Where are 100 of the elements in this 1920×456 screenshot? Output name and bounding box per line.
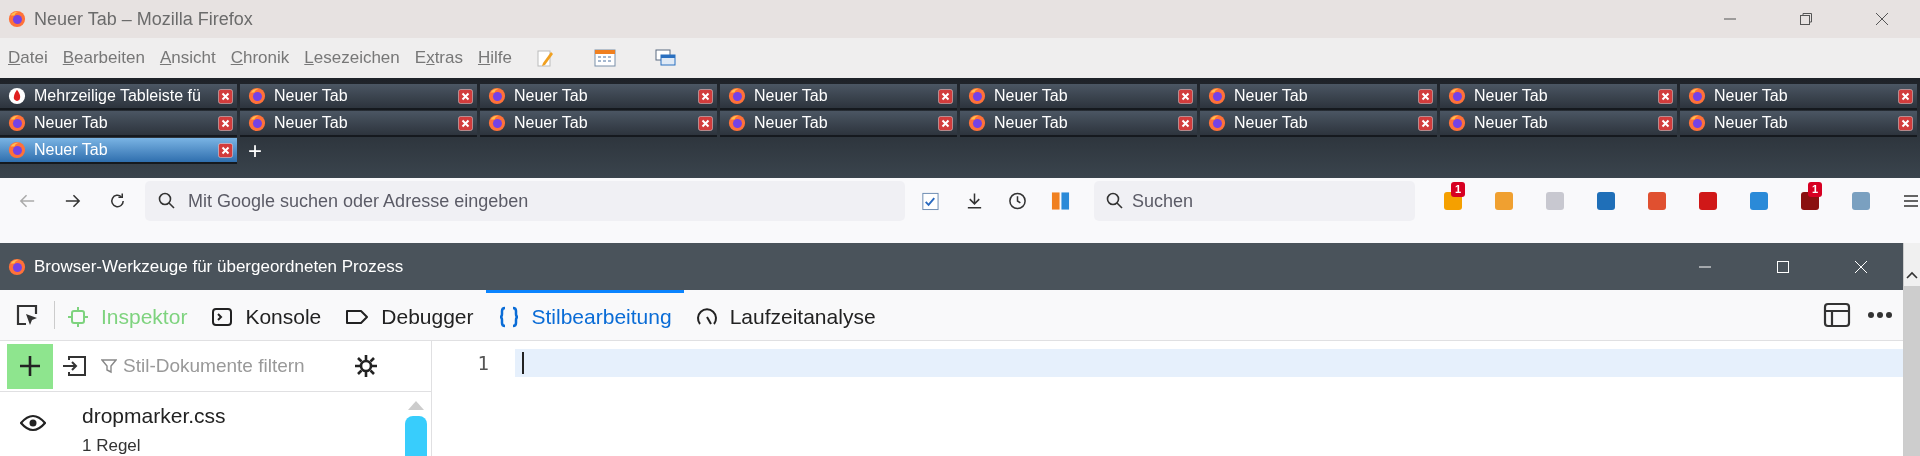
menu-item[interactable]: Extras <box>414 45 463 71</box>
browser-tab[interactable]: Neuer Tab <box>240 84 477 110</box>
settings-icon[interactable] <box>353 353 379 379</box>
firefox-icon <box>968 87 986 105</box>
maximize-icon[interactable] <box>1775 258 1791 275</box>
browser-tab[interactable]: Neuer Tab <box>1440 84 1677 110</box>
firefox-icon <box>728 114 746 132</box>
browser-tab[interactable]: Neuer Tab <box>1440 111 1677 137</box>
firefox-icon <box>1208 87 1226 105</box>
address-field[interactable]: Mit Google suchen oder Adresse eingeben <box>145 181 905 221</box>
tab-title: Neuer Tab <box>994 86 1069 106</box>
braces-icon <box>497 305 520 328</box>
firefox-icon <box>488 114 506 132</box>
browser-tab[interactable]: Neuer Tab <box>1680 111 1917 137</box>
firefox-icon <box>1688 87 1706 105</box>
tab-title: Neuer Tab <box>514 113 589 133</box>
firefox-icon <box>488 87 506 105</box>
menu-icon[interactable] <box>1902 192 1920 210</box>
window-title: Neuer Tab – Mozilla Firefox <box>34 7 253 31</box>
scrollbar-thumb[interactable] <box>1904 286 1920 456</box>
scrollbar-thumb[interactable] <box>405 416 427 456</box>
devtools-tab[interactable]: Debugger <box>333 289 486 341</box>
tab-title: Neuer Tab <box>274 113 349 133</box>
line-number: 1 <box>477 351 489 376</box>
tab-title: Neuer Tab <box>514 86 589 106</box>
windows-icon[interactable] <box>655 48 677 68</box>
search-icon <box>158 192 176 210</box>
eye-icon[interactable] <box>20 414 46 432</box>
tab-title: Neuer Tab <box>34 140 109 160</box>
stylesheet-name[interactable]: dropmarker.css <box>82 400 226 432</box>
tab-title: Neuer Tab <box>1234 113 1309 133</box>
browser-tab[interactable]: Neuer Tab <box>0 111 237 137</box>
restore-icon[interactable] <box>1798 11 1814 27</box>
import-icon[interactable] <box>61 354 87 378</box>
tab-title: Neuer Tab <box>994 113 1069 133</box>
browser-tab[interactable]: Neuer Tab <box>480 111 717 137</box>
firefox-icon <box>968 114 986 132</box>
firefox-icon <box>248 114 266 132</box>
more-icon[interactable] <box>1867 311 1893 319</box>
menu-item[interactable]: Chronik <box>230 45 290 71</box>
calendar-icon[interactable] <box>594 48 616 68</box>
browser-tab[interactable]: Neuer Tab <box>720 111 957 137</box>
browser-tab[interactable]: Neuer Tab <box>960 111 1197 137</box>
browser-tab[interactable]: Neuer Tab <box>1200 84 1437 110</box>
menu-item[interactable]: Ansicht <box>159 45 216 71</box>
tab-title: Neuer Tab <box>274 86 349 106</box>
devtools-tab[interactable]: Konsole <box>199 289 334 341</box>
firefox-icon <box>8 141 26 159</box>
scroll-up-icon[interactable] <box>1906 270 1918 280</box>
firefox-icon <box>248 87 266 105</box>
tab-title: Neuer Tab <box>754 86 829 106</box>
menu-item[interactable]: Hilfe <box>477 45 512 71</box>
search-field[interactable]: Suchen <box>1093 181 1415 221</box>
firefox-icon <box>8 257 26 276</box>
filter-icon <box>101 358 117 374</box>
tab-title: Neuer Tab <box>1234 86 1309 106</box>
tab-title: Neuer Tab <box>754 113 829 133</box>
extension-icon[interactable] <box>1698 191 1718 211</box>
tab-title: Neuer Tab <box>1474 86 1549 106</box>
close-icon[interactable] <box>1874 11 1890 27</box>
close-icon[interactable] <box>1853 258 1869 275</box>
checklist-icon[interactable] <box>920 190 941 212</box>
devtools-tab[interactable]: Stilbearbeitung <box>485 289 684 341</box>
rule-count: 1 Regel <box>82 435 142 456</box>
new-tab-button[interactable]: + <box>240 139 270 163</box>
menu-item[interactable]: Bearbeiten <box>62 45 145 71</box>
tab-title: Mehrzeilige Tableiste fü <box>34 86 202 106</box>
firefox-icon <box>1448 87 1466 105</box>
layout-icon[interactable] <box>1823 302 1851 328</box>
browser-tab[interactable]: Neuer Tab <box>1680 84 1917 110</box>
tab-title: Neuer Tab <box>34 113 109 133</box>
columns-icon[interactable] <box>1050 190 1070 212</box>
tab-title: Neuer Tab <box>1714 113 1789 133</box>
plus-icon <box>18 354 42 378</box>
search-icon <box>1105 192 1124 210</box>
browser-tab[interactable]: Mehrzeilige Tableiste fü <box>0 84 237 110</box>
devtools-tab[interactable]: Laufzeitanalyse <box>683 289 888 341</box>
extension-icon[interactable] <box>1596 191 1616 211</box>
browser-tab[interactable]: Neuer Tab <box>1200 111 1437 137</box>
firefox-icon <box>1448 114 1466 132</box>
browser-tab[interactable]: Neuer Tab <box>240 111 477 137</box>
window-title: Browser-Werkzeuge für übergeordneten Prozess <box>34 255 404 278</box>
browser-tab[interactable]: Neuer Tab <box>720 84 957 110</box>
firefox-icon <box>8 10 26 28</box>
filter-field[interactable]: Stil-Dokumente filtern <box>101 351 351 381</box>
browser-tab[interactable]: Neuer Tab <box>960 84 1197 110</box>
history-icon[interactable] <box>1007 191 1027 211</box>
tab-title: Neuer Tab <box>1474 113 1549 133</box>
tab-title: Neuer Tab <box>1714 86 1789 106</box>
browser-tab[interactable]: Neuer Tab <box>480 84 717 110</box>
firefox-icon <box>728 87 746 105</box>
menu-item[interactable]: Lesezeichen <box>304 45 400 71</box>
menu-item[interactable]: Datei <box>8 45 48 71</box>
add-button[interactable] <box>7 343 53 389</box>
notification-badge: 1 <box>1808 182 1823 197</box>
flame-icon <box>8 87 26 105</box>
firefox-icon <box>1688 114 1706 132</box>
notification-badge: 1 <box>1451 182 1466 197</box>
element-picker-icon[interactable] <box>14 302 40 328</box>
firefox-icon <box>1208 114 1226 132</box>
